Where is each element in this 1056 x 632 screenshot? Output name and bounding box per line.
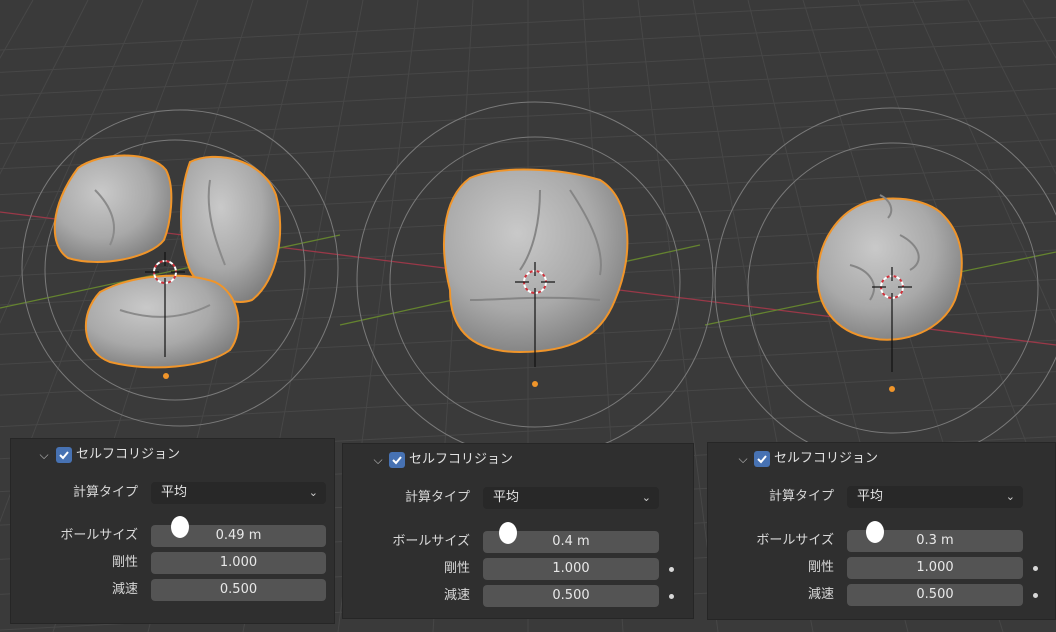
- calc-type-value: 平均: [493, 490, 520, 505]
- panel-header[interactable]: ⌵ セルフコリジョン: [343, 444, 693, 476]
- slider-knob[interactable]: [866, 521, 884, 543]
- keyframe-dot-icon[interactable]: [669, 594, 674, 599]
- self-collision-panel-3: ⌵ セルフコリジョン 計算タイプ 平均 ⌄ ボールサイズ 0.3 m 剛性 1.…: [707, 442, 1056, 620]
- calc-type-label: 計算タイプ: [768, 489, 834, 504]
- checkbox-checked-icon[interactable]: [754, 451, 770, 467]
- stiffness-value: 1.000: [916, 560, 954, 575]
- slider-knob[interactable]: [499, 522, 517, 544]
- cloth-object-2[interactable]: [443, 168, 629, 354]
- stiffness-label: 剛性: [807, 560, 834, 575]
- origin-dot-icon: [163, 373, 169, 379]
- damping-field[interactable]: 0.500: [483, 585, 659, 607]
- calc-type-label: 計算タイプ: [72, 485, 138, 500]
- stiffness-field[interactable]: 1.000: [483, 558, 659, 580]
- origin-dot-icon: [532, 381, 538, 387]
- origin-dot-icon: [889, 386, 895, 392]
- damping-field[interactable]: 0.500: [847, 584, 1023, 606]
- damping-value: 0.500: [552, 588, 590, 603]
- self-collision-label: セルフコリジョン: [774, 451, 879, 466]
- self-collision-label: セルフコリジョン: [76, 447, 181, 462]
- chevron-down-icon[interactable]: ⌵: [736, 452, 750, 466]
- damping-value: 0.500: [916, 587, 954, 602]
- dropdown-arrow-icon: ⌄: [308, 486, 318, 499]
- stiffness-field[interactable]: 1.000: [847, 557, 1023, 579]
- keyframe-dot-icon[interactable]: [1033, 566, 1038, 571]
- damping-label: 減速: [111, 582, 138, 597]
- panel-header[interactable]: ⌵ セルフコリジョン: [708, 443, 1055, 475]
- stiffness-label: 剛性: [443, 561, 470, 576]
- stiffness-label: 剛性: [111, 555, 138, 570]
- calc-type-dropdown[interactable]: 平均 ⌄: [483, 487, 659, 509]
- calc-type-dropdown[interactable]: 平均 ⌄: [847, 486, 1023, 508]
- calc-type-label: 計算タイプ: [404, 490, 470, 505]
- ball-size-label: ボールサイズ: [756, 533, 834, 548]
- dropdown-arrow-icon: ⌄: [1005, 490, 1015, 503]
- self-collision-label: セルフコリジョン: [409, 452, 514, 467]
- ball-size-label: ボールサイズ: [60, 528, 138, 543]
- keyframe-dot-icon[interactable]: [1033, 593, 1038, 598]
- ball-size-label: ボールサイズ: [392, 534, 470, 549]
- damping-field[interactable]: 0.500: [151, 579, 326, 601]
- self-collision-panel-2: ⌵ セルフコリジョン 計算タイプ 平均 ⌄ ボールサイズ 0.4 m 剛性 1.…: [342, 443, 694, 619]
- slider-knob[interactable]: [171, 516, 189, 538]
- calc-type-value: 平均: [161, 485, 188, 500]
- chevron-down-icon[interactable]: ⌵: [371, 453, 385, 467]
- panel-header[interactable]: ⌵ セルフコリジョン: [11, 439, 334, 471]
- damping-label: 減速: [807, 587, 834, 602]
- calc-type-dropdown[interactable]: 平均 ⌄: [151, 482, 326, 504]
- self-collision-panel-1: ⌵ セルフコリジョン 計算タイプ 平均 ⌄ ボールサイズ 0.49 m 剛性 1…: [10, 438, 335, 624]
- keyframe-dot-icon[interactable]: [669, 567, 674, 572]
- stiffness-field[interactable]: 1.000: [151, 552, 326, 574]
- dropdown-arrow-icon: ⌄: [641, 491, 651, 504]
- stiffness-value: 1.000: [552, 561, 590, 576]
- chevron-down-icon[interactable]: ⌵: [37, 448, 51, 462]
- checkbox-checked-icon[interactable]: [389, 452, 405, 468]
- damping-label: 減速: [443, 588, 470, 603]
- damping-value: 0.500: [219, 582, 258, 597]
- stiffness-value: 1.000: [219, 555, 258, 570]
- checkbox-checked-icon[interactable]: [56, 447, 72, 463]
- calc-type-value: 平均: [857, 489, 884, 504]
